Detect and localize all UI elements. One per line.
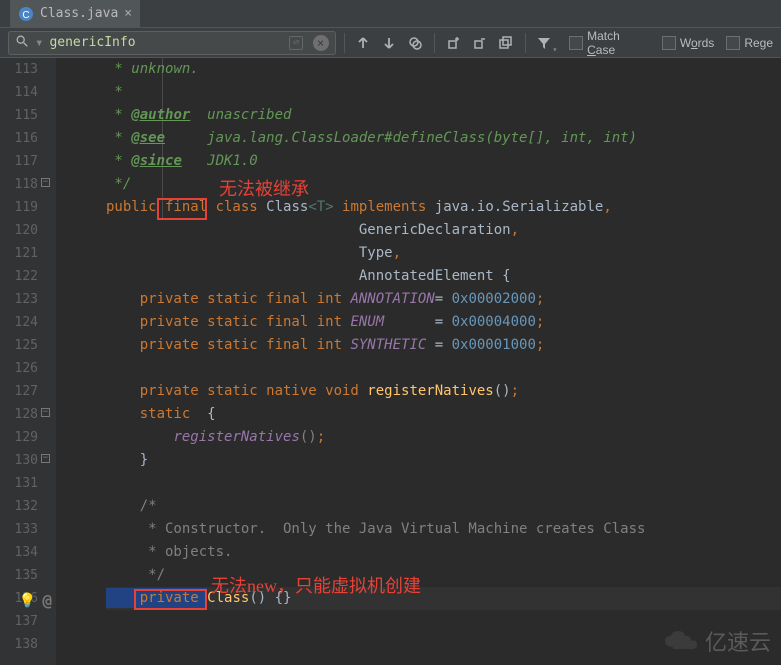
line-number: 129 [0, 426, 38, 449]
line-number: 113 [0, 58, 38, 81]
add-selection-button[interactable] [443, 32, 465, 54]
line-number: 126 [0, 357, 38, 380]
code-area[interactable]: * unknown. * * @author unascribed * @see… [56, 58, 781, 665]
watermark: 亿速云 [663, 625, 771, 657]
filter-button[interactable]: ▾ [534, 32, 556, 54]
match-case-checkbox[interactable]: Match Case [569, 29, 649, 57]
select-all-occurrences-button[interactable] [495, 32, 517, 54]
regex-checkbox[interactable]: Rege [726, 36, 773, 50]
line-number: 121 [0, 242, 38, 265]
remove-selection-button[interactable] [469, 32, 491, 54]
prev-occurrence-button[interactable] [353, 32, 375, 54]
search-input[interactable] [49, 35, 283, 50]
line-number: 134 [0, 541, 38, 564]
line-number: 115 [0, 104, 38, 127]
svg-text:C: C [22, 10, 29, 21]
words-checkbox[interactable]: Words [662, 36, 714, 50]
line-number: 116 [0, 127, 38, 150]
line-number: 128− [0, 403, 38, 426]
line-number: 114 [0, 81, 38, 104]
enter-hint-icon: ⏎ [289, 36, 302, 50]
override-icon[interactable]: @ [42, 589, 52, 612]
line-number: 117 [0, 150, 38, 173]
tab-bar: C Class.java × [0, 0, 781, 28]
line-number: 133 [0, 518, 38, 541]
search-icon [15, 34, 29, 52]
next-occurrence-button[interactable] [378, 32, 400, 54]
line-number: 125 [0, 334, 38, 357]
line-number: 120 [0, 219, 38, 242]
clear-search-icon[interactable]: × [313, 35, 329, 51]
line-number: 130− [0, 449, 38, 472]
line-number: 124 [0, 311, 38, 334]
search-bar: ▾ ⏎ × ▾ Match Case Words Re [0, 28, 781, 58]
line-number: 123 [0, 288, 38, 311]
fold-icon[interactable]: − [41, 178, 50, 187]
line-number: 131 [0, 472, 38, 495]
line-number: 119 [0, 196, 38, 219]
line-number: 127 [0, 380, 38, 403]
line-number: 122 [0, 265, 38, 288]
fold-icon[interactable]: − [41, 454, 50, 463]
code-editor[interactable]: 113 114 115 116 117 118− 119 120 121 122… [0, 58, 781, 665]
fold-icon[interactable]: − [41, 408, 50, 417]
search-input-container: ▾ ⏎ × [8, 31, 336, 55]
file-tab[interactable]: C Class.java × [10, 0, 141, 27]
line-number: @136💡 [0, 587, 38, 610]
line-number: 132 [0, 495, 38, 518]
java-icon: C [18, 6, 34, 22]
close-icon[interactable]: × [124, 6, 132, 21]
tab-filename: Class.java [40, 6, 118, 21]
gutter: 113 114 115 116 117 118− 119 120 121 122… [0, 58, 56, 665]
line-number: 135 [0, 564, 38, 587]
line-number: 137 [0, 610, 38, 633]
line-number: 118− [0, 173, 38, 196]
select-all-button[interactable] [404, 32, 426, 54]
line-number: 138 [0, 633, 38, 656]
